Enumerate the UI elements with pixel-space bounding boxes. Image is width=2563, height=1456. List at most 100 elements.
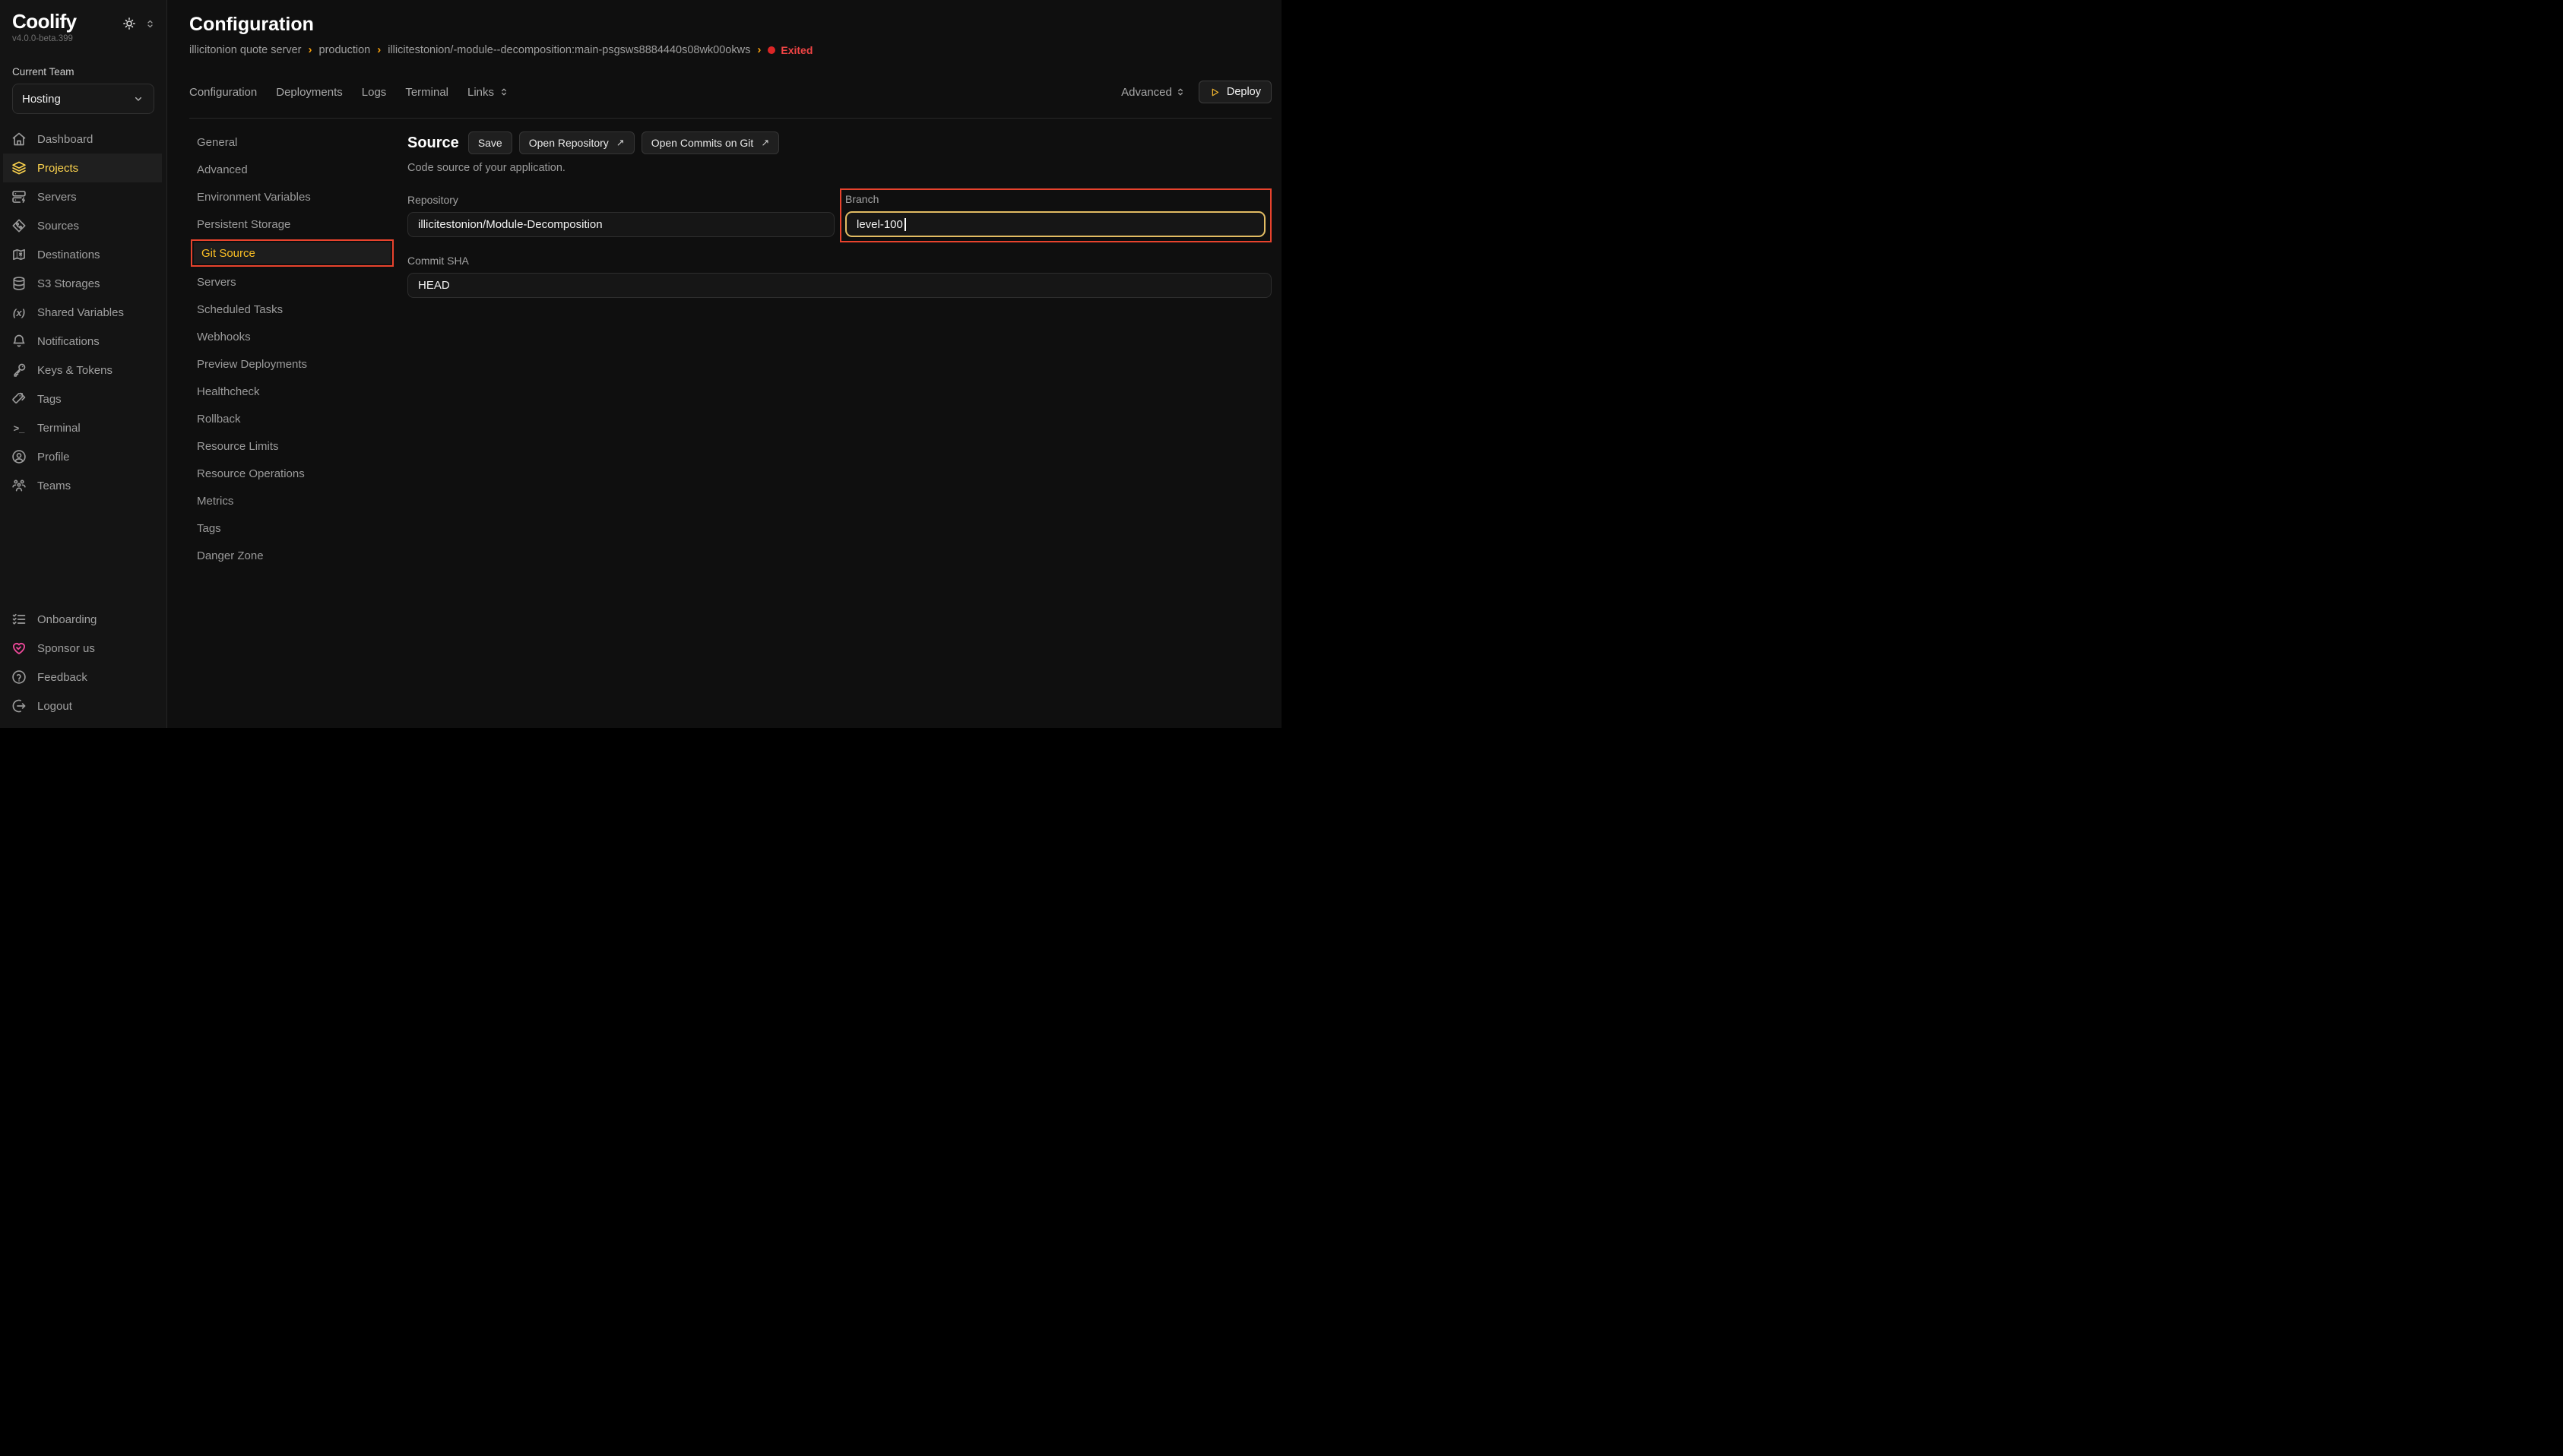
deploy-button[interactable]: Deploy	[1199, 81, 1272, 103]
sidebar-item-keys-tokens[interactable]: Keys & Tokens	[3, 356, 162, 385]
coolify-app: Coolify v4.0.0-beta.399 Current Team Hos…	[0, 0, 1282, 728]
tab-configuration[interactable]: Configuration	[189, 86, 257, 99]
team-select[interactable]: Hosting	[12, 84, 154, 114]
subnav-item-scheduled-tasks[interactable]: Scheduled Tasks	[189, 296, 407, 323]
layers-icon	[11, 160, 27, 176]
sidebar-nav: Dashboard Projects Servers Sources Desti…	[0, 125, 166, 500]
sidebar-item-sponsor-us[interactable]: Sponsor us	[3, 634, 162, 663]
tabs-row: Configuration Deployments Logs Terminal …	[189, 81, 1272, 103]
sidebar-item-notifications[interactable]: Notifications	[3, 327, 162, 356]
logout-icon	[11, 698, 27, 714]
tab-deployments[interactable]: Deployments	[276, 86, 343, 99]
subnav-item-persistent-storage[interactable]: Persistent Storage	[189, 210, 407, 238]
theme-sun-icon[interactable]	[122, 17, 136, 30]
sidebar-item-terminal[interactable]: >_ Terminal	[3, 413, 162, 442]
variables-icon: (x)	[11, 305, 27, 320]
app-logo: Coolify	[12, 10, 77, 33]
app-version: v4.0.0-beta.399	[0, 33, 166, 43]
git-source-icon	[11, 218, 27, 233]
breadcrumb-chevron-icon: ›	[377, 43, 381, 56]
subnav-item-webhooks[interactable]: Webhooks	[189, 323, 407, 350]
subnav-item-general[interactable]: General	[189, 128, 407, 156]
tab-actions: Advanced Deploy	[1121, 81, 1272, 103]
commit-sha-input[interactable]	[407, 273, 1272, 298]
subnav-item-healthcheck[interactable]: Healthcheck	[189, 378, 407, 405]
subnav-item-preview-deployments[interactable]: Preview Deployments	[189, 350, 407, 378]
breadcrumb-project[interactable]: illicitonion quote server	[189, 44, 302, 56]
breadcrumb-environment[interactable]: production	[319, 44, 371, 56]
open-repository-button[interactable]: Open Repository ↗	[519, 131, 635, 154]
heart-icon	[11, 641, 27, 656]
commit-sha-label: Commit SHA	[407, 255, 1272, 267]
checklist-icon	[11, 612, 27, 627]
main-content: Configuration illicitonion quote server …	[167, 0, 1282, 728]
advanced-dropdown[interactable]: Advanced	[1121, 86, 1186, 99]
tabs: Configuration Deployments Logs Terminal …	[189, 86, 509, 99]
subnav-item-tags[interactable]: Tags	[189, 514, 407, 542]
home-icon	[11, 131, 27, 147]
tag-icon	[11, 391, 27, 407]
breadcrumb: illicitonion quote server › production ›…	[189, 43, 1272, 56]
status-dot-icon	[768, 46, 775, 54]
external-link-icon: ↗	[761, 137, 769, 149]
sidebar: Coolify v4.0.0-beta.399 Current Team Hos…	[0, 0, 167, 728]
open-commits-button[interactable]: Open Commits on Git ↗	[642, 131, 780, 154]
external-link-icon: ↗	[616, 137, 625, 149]
key-icon	[11, 362, 27, 378]
branch-highlight-annotation: Branch level-100	[840, 188, 1272, 242]
breadcrumb-chevron-icon: ›	[309, 43, 312, 56]
subnav-item-metrics[interactable]: Metrics	[189, 487, 407, 514]
terminal-icon: >_	[11, 420, 27, 435]
page-title: Configuration	[189, 14, 1272, 36]
sidebar-item-sources[interactable]: Sources	[3, 211, 162, 240]
sidebar-item-destinations[interactable]: Destinations	[3, 240, 162, 269]
sidebar-footer: Onboarding Sponsor us Feedback Logout	[0, 605, 166, 728]
database-icon	[11, 276, 27, 291]
source-description: Code source of your application.	[407, 162, 1272, 174]
settings-subnav: General Advanced Environment Variables P…	[189, 119, 407, 728]
help-circle-icon	[11, 669, 27, 685]
subnav-item-resource-limits[interactable]: Resource Limits	[189, 432, 407, 460]
git-source-highlight-annotation: Git Source	[191, 239, 394, 267]
breadcrumb-application[interactable]: illicitestonion/-module--decomposition:m…	[388, 44, 750, 56]
subnav-item-advanced[interactable]: Advanced	[189, 156, 407, 183]
subnav-item-resource-operations[interactable]: Resource Operations	[189, 460, 407, 487]
sidebar-item-feedback[interactable]: Feedback	[3, 663, 162, 692]
subnav-item-environment-variables[interactable]: Environment Variables	[189, 183, 407, 210]
subnav-item-danger-zone[interactable]: Danger Zone	[189, 542, 407, 569]
sidebar-item-onboarding[interactable]: Onboarding	[3, 605, 162, 634]
subnav-item-rollback[interactable]: Rollback	[189, 405, 407, 432]
current-team-label: Current Team	[12, 66, 154, 78]
branch-input[interactable]: level-100	[845, 211, 1266, 237]
team-select-value: Hosting	[22, 93, 61, 106]
chevrons-up-down-icon	[1175, 87, 1186, 97]
tab-logs[interactable]: Logs	[362, 86, 387, 99]
git-source-form: Source Save Open Repository ↗ Open Commi…	[407, 119, 1272, 728]
repository-input[interactable]	[407, 212, 835, 237]
tab-links[interactable]: Links	[467, 86, 509, 99]
sidebar-item-shared-variables[interactable]: (x) Shared Variables	[3, 298, 162, 327]
play-icon	[1209, 87, 1221, 98]
sidebar-item-dashboard[interactable]: Dashboard	[3, 125, 162, 154]
source-heading: Source	[407, 135, 459, 152]
subnav-item-git-source[interactable]: Git Source	[194, 242, 391, 264]
theme-switcher-chevrons-icon[interactable]	[144, 18, 156, 30]
sidebar-item-teams[interactable]: Teams	[3, 471, 162, 500]
map-icon	[11, 247, 27, 262]
chevrons-up-down-icon	[499, 87, 509, 97]
repository-label: Repository	[407, 194, 835, 206]
sidebar-item-servers[interactable]: Servers	[3, 182, 162, 211]
tab-terminal[interactable]: Terminal	[405, 86, 448, 99]
users-icon	[11, 478, 27, 493]
branch-label: Branch	[845, 193, 1266, 205]
sidebar-item-s3-storages[interactable]: S3 Storages	[3, 269, 162, 298]
chevron-down-icon	[132, 93, 144, 105]
status-badge: Exited	[768, 44, 813, 56]
configuration-content: General Advanced Environment Variables P…	[189, 119, 1272, 728]
sidebar-item-profile[interactable]: Profile	[3, 442, 162, 471]
sidebar-item-tags[interactable]: Tags	[3, 385, 162, 413]
sidebar-item-projects[interactable]: Projects	[3, 154, 162, 182]
save-button[interactable]: Save	[468, 131, 512, 154]
sidebar-item-logout[interactable]: Logout	[3, 692, 162, 720]
subnav-item-servers[interactable]: Servers	[189, 268, 407, 296]
